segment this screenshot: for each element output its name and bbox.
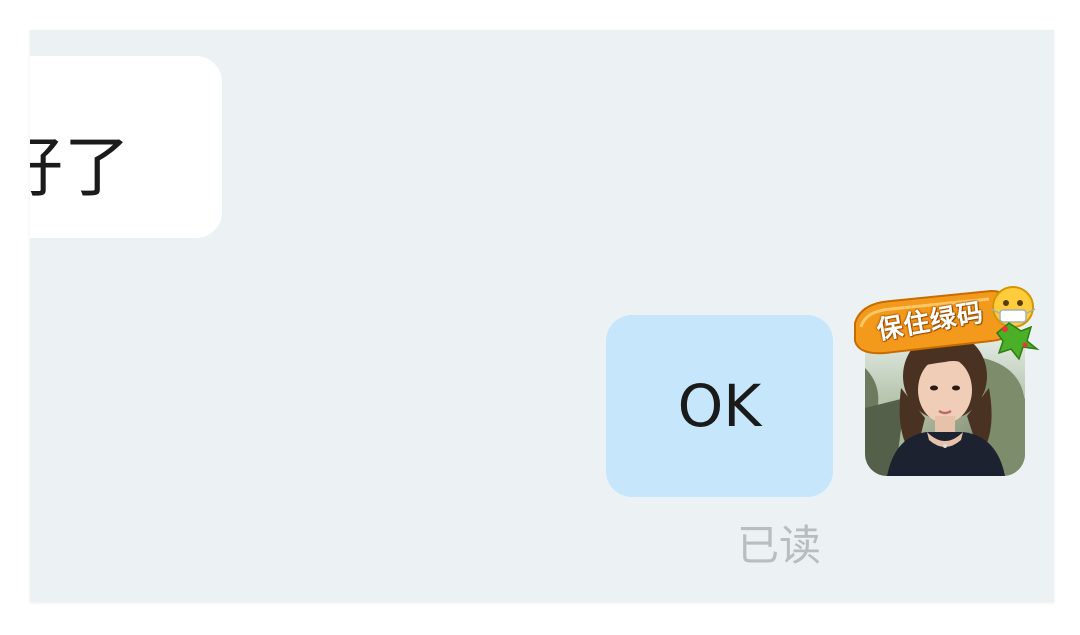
outgoing-message-bubble[interactable]: OK [606, 315, 833, 497]
read-status: 已读 [737, 521, 822, 570]
outgoing-message-text: OK [677, 372, 762, 440]
avatar-badge: 保住绿码 [851, 283, 1046, 393]
incoming-message-bubble[interactable]: 好了 [30, 56, 222, 238]
incoming-message-text: 好了 [30, 129, 131, 206]
user-avatar[interactable]: 保住绿码 [854, 283, 1041, 479]
chat-message-area[interactable]: 好了 OK 已读 [30, 30, 1054, 602]
